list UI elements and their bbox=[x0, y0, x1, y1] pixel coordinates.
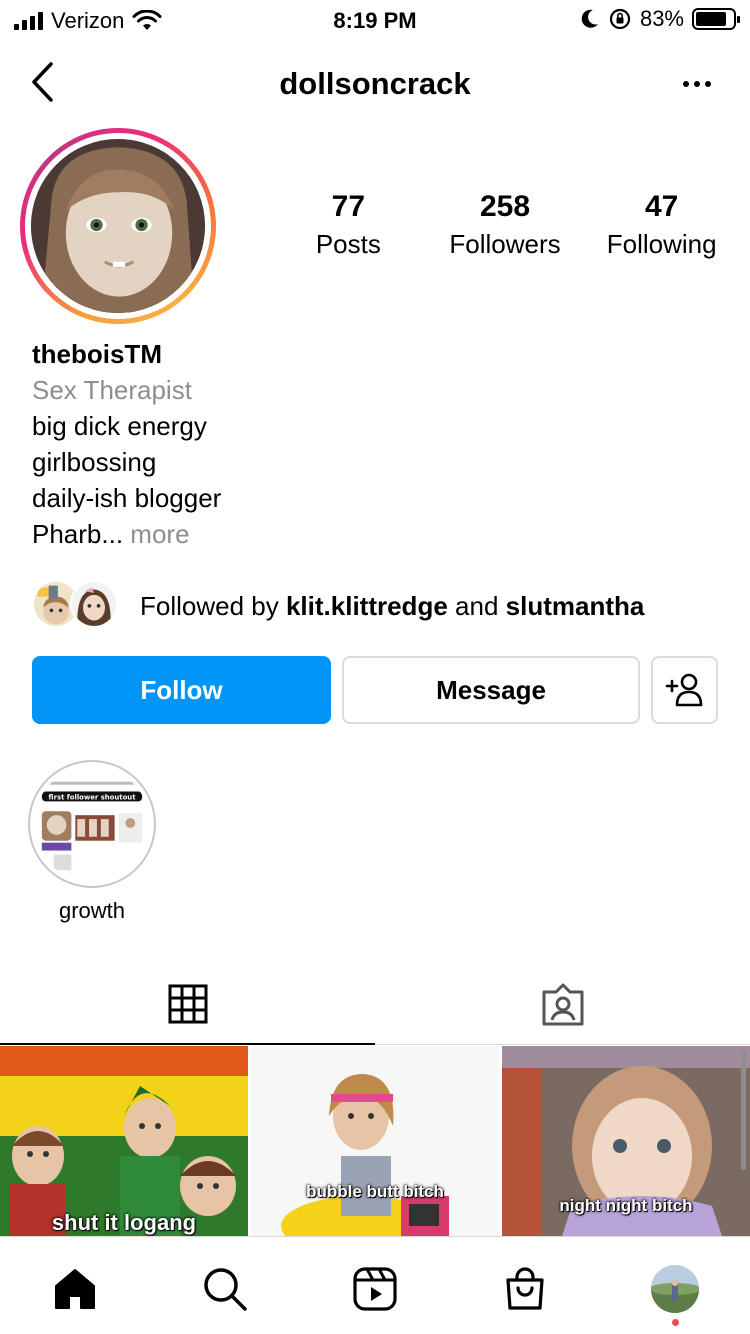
scrollbar[interactable] bbox=[741, 1050, 746, 1170]
more-options-button[interactable] bbox=[672, 64, 722, 104]
more-link[interactable]: more bbox=[130, 519, 189, 549]
followers-label: Followers bbox=[449, 229, 561, 259]
highlight-ring: first follower shoutout bbox=[28, 760, 156, 888]
nav-profile[interactable] bbox=[645, 1259, 705, 1319]
doll-face-image bbox=[31, 139, 205, 313]
post-caption: shut it logang bbox=[51, 1210, 197, 1235]
stat-posts[interactable]: 77 Posts bbox=[270, 188, 427, 262]
profile-avatar bbox=[31, 139, 205, 313]
battery-percent: 83% bbox=[639, 6, 684, 31]
reels-icon bbox=[353, 1267, 397, 1311]
nav-search[interactable] bbox=[195, 1259, 255, 1319]
stat-following[interactable]: 47 Following bbox=[583, 188, 740, 262]
story-highlight[interactable]: first follower shoutout growth bbox=[28, 760, 156, 924]
profile-actions: Follow Message bbox=[32, 656, 718, 724]
tagged-icon bbox=[542, 983, 583, 1026]
followers-count: 258 bbox=[479, 190, 531, 223]
display-name: theboisTM bbox=[32, 339, 162, 369]
bio-truncated-text: Pharb... bbox=[32, 519, 124, 549]
tab-tagged[interactable] bbox=[375, 965, 750, 1045]
bottom-nav bbox=[0, 1236, 750, 1334]
profile-avatar bbox=[651, 1265, 699, 1313]
follow-button[interactable]: Follow bbox=[32, 656, 331, 724]
mutual-avatar-2 bbox=[70, 580, 118, 628]
home-icon bbox=[55, 1269, 95, 1309]
message-button[interactable]: Message bbox=[342, 656, 640, 724]
post-caption: night night bitch bbox=[559, 1196, 693, 1215]
battery-icon bbox=[692, 8, 740, 30]
post-caption: bubble butt bitch bbox=[306, 1182, 444, 1201]
nav-home[interactable] bbox=[45, 1259, 105, 1319]
highlight-label: growth bbox=[58, 898, 126, 923]
stat-followers[interactable]: 258 Followers bbox=[427, 188, 584, 262]
posts-grid: shut it logang bubble butt bitch night n… bbox=[0, 1046, 750, 1236]
followed-by-prefix: Followed by bbox=[140, 590, 279, 621]
profile-bio: theboisTM Sex Therapist big dick energy … bbox=[32, 336, 732, 552]
page-title: dollsoncrack bbox=[279, 66, 471, 101]
notification-dot bbox=[672, 1319, 679, 1326]
ellipsis-icon bbox=[683, 81, 689, 87]
bio-line: big dick energy bbox=[32, 411, 207, 441]
profile-category: Sex Therapist bbox=[32, 375, 192, 405]
battery-fill bbox=[696, 12, 726, 26]
add-person-icon bbox=[665, 673, 702, 707]
grid-icon bbox=[168, 984, 207, 1024]
followed-by-text: Followed by klit.klittredge and slutmant… bbox=[140, 591, 644, 622]
suggested-users-button[interactable] bbox=[651, 656, 718, 724]
nav-header: dollsoncrack bbox=[0, 50, 750, 120]
mutual-avatars bbox=[32, 580, 122, 632]
mutual-user-1: klit.klittredge bbox=[285, 590, 448, 621]
moon-icon bbox=[581, 9, 598, 28]
post-thumbnail[interactable]: night night bitch bbox=[502, 1046, 750, 1236]
nav-shop[interactable] bbox=[495, 1259, 555, 1319]
tab-posts-grid[interactable] bbox=[0, 965, 375, 1045]
orientation-lock-icon bbox=[609, 8, 631, 30]
profile-stats: 77 Posts 258 Followers 47 Following bbox=[270, 188, 740, 262]
mutual-user-2: slutmantha bbox=[505, 590, 645, 621]
posts-label: Posts bbox=[315, 229, 381, 259]
highlight-cover: first follower shoutout bbox=[34, 766, 150, 882]
following-label: Following bbox=[606, 229, 717, 259]
post-thumbnail[interactable]: bubble butt bitch bbox=[251, 1046, 499, 1236]
shop-icon bbox=[506, 1267, 544, 1310]
posts-count: 77 bbox=[331, 190, 366, 223]
post-thumbnail[interactable]: shut it logang bbox=[0, 1046, 248, 1236]
nav-reels[interactable] bbox=[345, 1259, 405, 1319]
following-count: 47 bbox=[644, 190, 679, 223]
followed-by-conjunction: and bbox=[455, 590, 499, 621]
bio-line: girlbossing bbox=[32, 447, 157, 477]
search-icon bbox=[204, 1268, 247, 1311]
bio-line: daily-ish blogger bbox=[32, 483, 222, 513]
bio-last-line: Pharb... more bbox=[32, 516, 732, 552]
status-bar: Verizon 8:19 PM 83% bbox=[0, 0, 750, 40]
story-ring[interactable] bbox=[20, 128, 216, 324]
followed-by[interactable]: Followed by klit.klittredge and slutmant… bbox=[32, 578, 732, 634]
status-right: 83% bbox=[580, 6, 740, 32]
profile-tabs bbox=[0, 965, 750, 1045]
highlight-cover-text: first follower shoutout bbox=[48, 793, 136, 801]
